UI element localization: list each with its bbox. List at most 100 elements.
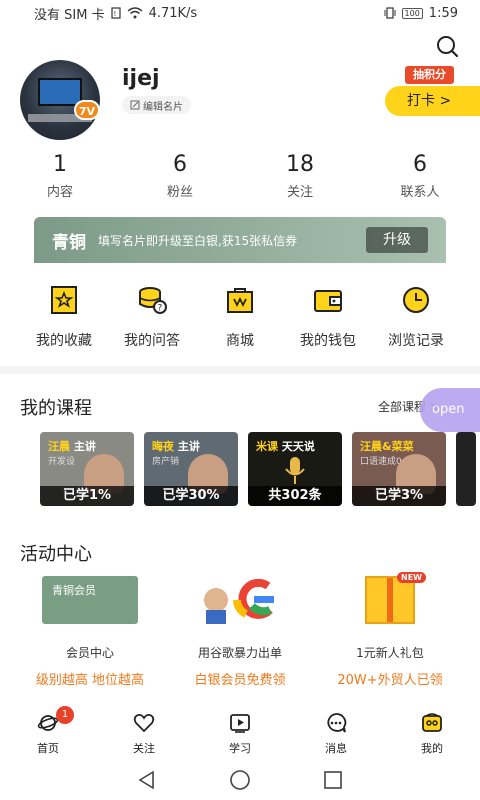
edit-card-label: 编辑名片 <box>143 101 183 113</box>
status-bar: 没有 SIM 卡 ! 4.71K/s 100 1:59 <box>0 0 480 26</box>
vibrate-icon <box>384 7 396 19</box>
svg-text:!: ! <box>113 10 116 18</box>
course-teacher: 米课 <box>256 440 278 453</box>
tab-home[interactable]: 1 首页 <box>0 706 96 758</box>
new-tag: NEW <box>397 572 426 583</box>
menu-label: 浏览记录 <box>388 333 444 349</box>
checkin-button[interactable]: 打卡 > <box>385 86 480 116</box>
stat-label: 粉丝 <box>166 185 193 200</box>
courses-section-title: 我的课程 <box>20 398 92 419</box>
course-card-partial[interactable] <box>456 432 476 506</box>
tab-label: 首页 <box>37 742 59 755</box>
google-promo-image <box>190 576 290 624</box>
stat-value: 6 <box>413 152 427 177</box>
course-teacher: 汪晨&菜菜 <box>360 440 414 453</box>
stat-label: 联系人 <box>400 185 440 200</box>
menu-label: 我的收藏 <box>36 333 92 349</box>
back-icon[interactable] <box>136 769 158 791</box>
stat-contacts[interactable]: 6 联系人 <box>360 152 480 200</box>
lottery-points-button[interactable]: 抽积分 <box>405 66 454 84</box>
course-teacher: 汪晨 <box>48 440 70 453</box>
profile-icon <box>422 713 442 732</box>
upgrade-button[interactable]: 升级 <box>366 227 428 253</box>
sim-icon: ! <box>110 7 121 19</box>
clock-icon <box>403 287 429 313</box>
course-card[interactable]: 汪晨&菜菜 口语速成0 已学3% <box>352 432 446 506</box>
microphone-icon <box>285 457 305 484</box>
course-role: 主讲 <box>73 440 96 453</box>
quick-menu: 我的收藏 ? 我的问答 商城 我的钱包 浏览记录 <box>20 284 460 350</box>
gift-ribbon <box>387 578 393 622</box>
tab-mine[interactable]: 我的 <box>384 708 480 758</box>
menu-wallet[interactable]: 我的钱包 <box>284 284 372 350</box>
course-card[interactable]: 晦夜 主讲 房产销 已学30% <box>144 432 238 506</box>
heart-icon <box>133 714 155 733</box>
system-nav-bar <box>0 760 480 800</box>
tab-label: 消息 <box>325 742 347 755</box>
course-title: 晦夜 主讲 <box>152 438 200 454</box>
course-card[interactable]: 米课 天天说 共302条 <box>248 432 342 506</box>
bottom-tab-bar: 1 首页 关注 学习 消息 我的 <box>0 706 480 758</box>
menu-label: 我的钱包 <box>300 333 356 349</box>
carrier-text: 没有 SIM 卡 <box>34 7 105 23</box>
stat-following[interactable]: 18 关注 <box>240 152 360 200</box>
gift-box-icon <box>365 576 415 624</box>
activity-title: 会员中心 <box>65 646 114 660</box>
course-list: 汪晨 主讲 开发设 已学1% 晦夜 主讲 房产销 已学30% 米课 天天说 共3… <box>40 432 480 506</box>
course-role: 主讲 <box>177 440 200 453</box>
course-subtitle: 口语速成0 <box>360 457 402 467</box>
menu-label: 我的问答 <box>124 333 180 349</box>
course-role: 天天说 <box>281 440 315 453</box>
course-teacher: 晦夜 <box>152 440 174 453</box>
activity-newbie-gift[interactable]: NEW 1元新人礼包 20W+外贸人已领 <box>320 572 460 688</box>
menu-label: 商城 <box>226 333 254 349</box>
activity-subtitle: 20W+外贸人已领 <box>337 673 443 688</box>
stat-fans[interactable]: 6 粉丝 <box>120 152 240 200</box>
course-subtitle: 开发设 <box>48 457 76 467</box>
recents-square-icon[interactable] <box>322 769 344 791</box>
home-circle-icon[interactable] <box>229 769 251 791</box>
menu-favorites[interactable]: 我的收藏 <box>20 284 108 350</box>
network-speed: 4.71K/s <box>148 5 198 21</box>
stat-value: 1 <box>53 152 67 177</box>
clock-time: 1:59 <box>428 5 458 21</box>
activity-subtitle: 白银会员免费领 <box>194 673 286 688</box>
activity-list: 青铜会员 会员中心 级别越高 地位越高 用谷歌暴力出单 白银会员免费领 NEW … <box>20 572 460 688</box>
search-icon[interactable] <box>434 34 460 60</box>
upgrade-text: 填写名片即升级至白银,获15张私信券 <box>98 233 298 248</box>
edit-card-button[interactable]: 编辑名片 <box>122 96 191 114</box>
course-progress: 已学30% <box>144 486 238 506</box>
section-divider <box>0 366 480 374</box>
shopping-bag-icon <box>227 288 253 313</box>
chat-bubble-icon <box>327 713 347 733</box>
avatar-photo-screen <box>38 78 82 106</box>
status-right: 100 1:59 <box>384 6 458 21</box>
level-badge: 7V <box>74 100 100 120</box>
stat-value: 6 <box>173 152 187 177</box>
username: ijej <box>122 66 160 91</box>
menu-qa[interactable]: ? 我的问答 <box>108 284 196 350</box>
activity-member-center[interactable]: 青铜会员 会员中心 级别越高 地位越高 <box>20 576 160 688</box>
course-title: 米课 天天说 <box>256 438 315 454</box>
svg-text:?: ? <box>158 304 163 314</box>
tab-label: 关注 <box>133 742 155 755</box>
star-bookmark-icon <box>51 286 77 314</box>
tab-study[interactable]: 学习 <box>192 708 288 758</box>
menu-mall[interactable]: 商城 <box>196 284 284 350</box>
menu-history[interactable]: 浏览记录 <box>372 284 460 350</box>
stat-content[interactable]: 1 内容 <box>0 152 120 200</box>
stat-label: 内容 <box>46 185 73 200</box>
google-logo-icon <box>204 578 274 624</box>
open-floating-button[interactable]: open <box>420 388 480 432</box>
battery-icon: 100 <box>401 7 423 19</box>
edit-icon <box>130 100 140 110</box>
course-card[interactable]: 汪晨 主讲 开发设 已学1% <box>40 432 134 506</box>
activity-section-title: 活动中心 <box>20 544 92 565</box>
activity-title: 用谷歌暴力出单 <box>197 646 282 660</box>
member-card-image: 青铜会员 <box>42 576 138 624</box>
upgrade-banner[interactable]: 青铜 填写名片即升级至白银,获15张私信券 升级 <box>34 217 446 263</box>
tab-messages[interactable]: 消息 <box>288 708 384 758</box>
activity-google[interactable]: 用谷歌暴力出单 白银会员免费领 <box>170 576 310 688</box>
wallet-icon <box>314 290 342 312</box>
tab-follow[interactable]: 关注 <box>96 708 192 758</box>
